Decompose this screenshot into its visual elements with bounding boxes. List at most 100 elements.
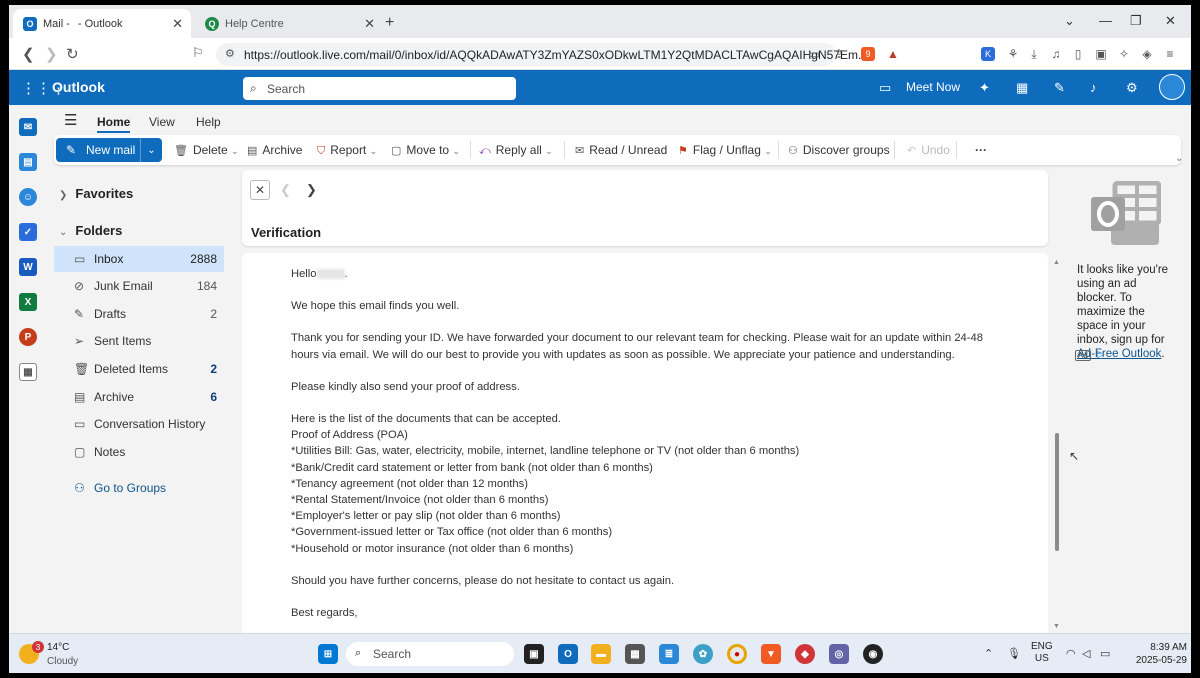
system-clock[interactable]: 8:39 AM 2025-05-29: [1121, 641, 1187, 667]
minimize-icon[interactable]: —: [1099, 13, 1112, 28]
share-icon[interactable]: ⇪: [832, 47, 846, 61]
close-icon[interactable]: ✕: [250, 180, 270, 200]
more-options-button[interactable]: ···: [975, 143, 987, 157]
scroll-up-icon[interactable]: ▲: [1053, 259, 1060, 266]
media-icon[interactable]: ♫: [1049, 47, 1063, 61]
todo-icon[interactable]: ✓: [19, 223, 37, 241]
tab-view[interactable]: View: [149, 115, 175, 129]
folder-notes[interactable]: ▢ Notes: [54, 439, 224, 465]
meet-now-button[interactable]: Meet Now: [906, 80, 960, 94]
back-icon[interactable]: ❮: [22, 45, 35, 63]
sidebar-icon[interactable]: ▯: [1071, 47, 1085, 61]
windows-start-icon[interactable]: ⊞: [318, 644, 338, 664]
chrome-icon[interactable]: ●: [727, 644, 747, 664]
move-to-button[interactable]: ▢ Move to ⌄: [391, 143, 460, 157]
calendar-icon[interactable]: ▤: [19, 153, 37, 171]
folders-header[interactable]: ⌄ Folders: [59, 223, 122, 238]
outlook-app-icon[interactable]: O: [558, 644, 578, 664]
wallet-icon[interactable]: ▣: [1094, 47, 1108, 61]
archive-button[interactable]: ▤ Archive: [247, 143, 302, 157]
discover-groups-button[interactable]: ⚇ Discover groups: [788, 143, 890, 157]
brave-shield-icon[interactable]: 9: [861, 47, 875, 61]
microphone-icon[interactable]: 🎙: [1007, 647, 1021, 660]
avatar[interactable]: [1159, 74, 1185, 100]
video-icon[interactable]: ▭: [879, 80, 891, 96]
tray-chevron-icon[interactable]: ⌃: [984, 647, 993, 660]
next-icon[interactable]: ❯: [306, 182, 317, 198]
forward-icon[interactable]: ❯: [45, 45, 58, 63]
scroll-down-icon[interactable]: ▼: [1053, 623, 1060, 630]
excel-icon[interactable]: X: [19, 293, 37, 311]
cast-icon[interactable]: ▭: [807, 47, 821, 61]
brave-icon[interactable]: ▼: [761, 644, 781, 664]
outlook-brand[interactable]: Outlook: [52, 79, 105, 95]
reload-icon[interactable]: ↻: [66, 45, 79, 63]
folder-junk-email[interactable]: ⊘ Junk Email 184: [54, 273, 224, 299]
language-indicator[interactable]: ENG US: [1031, 641, 1053, 665]
people-icon[interactable]: ☺: [19, 188, 37, 206]
brave-rewards-icon[interactable]: ▲: [886, 47, 900, 61]
calculator-icon[interactable]: ▦: [625, 644, 645, 664]
report-button[interactable]: ⛉ Report ⌄: [317, 143, 377, 158]
adchoices-icon[interactable]: ▷: [1097, 349, 1105, 360]
tab-search-icon[interactable]: ⌄: [1064, 13, 1075, 29]
weather-widget[interactable]: 3 14°C Cloudy: [17, 639, 97, 669]
taskbar-search[interactable]: ⌕ Search: [346, 642, 514, 666]
leo-icon[interactable]: ✧: [1117, 47, 1131, 61]
obs-icon[interactable]: ◉: [863, 644, 883, 664]
folder-deleted-items[interactable]: 🗑 Deleted Items 2: [54, 356, 224, 382]
new-mail-button[interactable]: ✎ New mail ⌄: [56, 138, 162, 162]
folder-inbox[interactable]: ▭ Inbox 2888: [54, 246, 224, 272]
favorites-header[interactable]: ❯ Favorites: [59, 186, 133, 201]
volume-icon[interactable]: ◁: [1082, 647, 1090, 660]
office-icon[interactable]: ▦: [1016, 80, 1028, 96]
bell-icon[interactable]: ♪: [1090, 80, 1097, 95]
undo-button[interactable]: ↶ Undo: [907, 143, 950, 157]
delete-button[interactable]: 🗑 Delete ⌄: [174, 143, 239, 157]
site-settings-icon[interactable]: ⚙: [225, 47, 235, 60]
word-icon[interactable]: W: [19, 258, 37, 276]
k-extension-icon[interactable]: K: [981, 47, 995, 61]
url-bar[interactable]: ⚙ https://outlook.live.com/mail/0/inbox/…: [216, 43, 868, 66]
reply-all-button[interactable]: ⤺ Reply all ⌄: [479, 143, 553, 158]
download-icon[interactable]: ⤓: [1027, 47, 1041, 61]
restore-icon[interactable]: ❐: [1130, 13, 1142, 29]
folder-archive[interactable]: ▤ Archive 6: [54, 384, 224, 410]
gear-icon[interactable]: ⚙: [1126, 80, 1138, 96]
task-view-icon[interactable]: ▣: [524, 644, 544, 664]
folder-sent-items[interactable]: ➢ Sent Items: [54, 328, 224, 354]
feedback-icon[interactable]: ✎: [1054, 80, 1065, 96]
powerpoint-icon[interactable]: P: [19, 328, 37, 346]
search-input[interactable]: ⌕ Search: [243, 77, 516, 100]
scrollbar-thumb[interactable]: [1055, 433, 1059, 551]
more-apps-icon[interactable]: ▦: [19, 363, 37, 381]
tab-help[interactable]: Help: [196, 115, 221, 129]
mail-icon[interactable]: ✉: [19, 118, 37, 136]
notepad-icon[interactable]: ≣: [659, 644, 679, 664]
tab-outlook[interactable]: O Mail - - Outlook ✕: [13, 9, 191, 38]
extensions-icon[interactable]: ⚘: [1006, 47, 1020, 61]
menu-icon[interactable]: ≡: [1163, 47, 1177, 61]
close-window-icon[interactable]: ✕: [1165, 13, 1176, 29]
file-explorer-icon[interactable]: ▬: [591, 644, 611, 664]
teams-icon[interactable]: ✦: [979, 80, 990, 96]
maps-icon[interactable]: ✿: [693, 644, 713, 664]
tab-help-centre[interactable]: Q Help Centre ✕: [195, 9, 383, 38]
read-unread-button[interactable]: ✉ Read / Unread: [575, 143, 667, 157]
new-tab-button[interactable]: +: [385, 14, 394, 32]
hamburger-icon[interactable]: ☰: [64, 111, 77, 129]
close-tab-icon[interactable]: ✕: [364, 16, 375, 32]
chevron-down-icon[interactable]: ⌄: [140, 138, 162, 162]
bookmark-icon[interactable]: ⚐: [192, 45, 204, 61]
wifi-icon[interactable]: ◠: [1066, 647, 1076, 660]
vpn-app-icon[interactable]: ◆: [795, 644, 815, 664]
previous-icon[interactable]: ❮: [280, 182, 291, 198]
vpn-icon[interactable]: ◈: [1140, 47, 1154, 61]
tab-home[interactable]: Home: [97, 115, 131, 133]
battery-icon[interactable]: ▭: [1100, 647, 1110, 660]
flag-unflag-button[interactable]: ⚑ Flag / Unflag ⌄: [678, 143, 772, 157]
chevron-down-icon[interactable]: ⌄: [1175, 153, 1183, 164]
go-to-groups-link[interactable]: ⚇ Go to Groups: [54, 475, 224, 501]
folder-drafts[interactable]: ✎ Drafts 2: [54, 301, 224, 327]
close-tab-icon[interactable]: ✕: [172, 16, 183, 32]
